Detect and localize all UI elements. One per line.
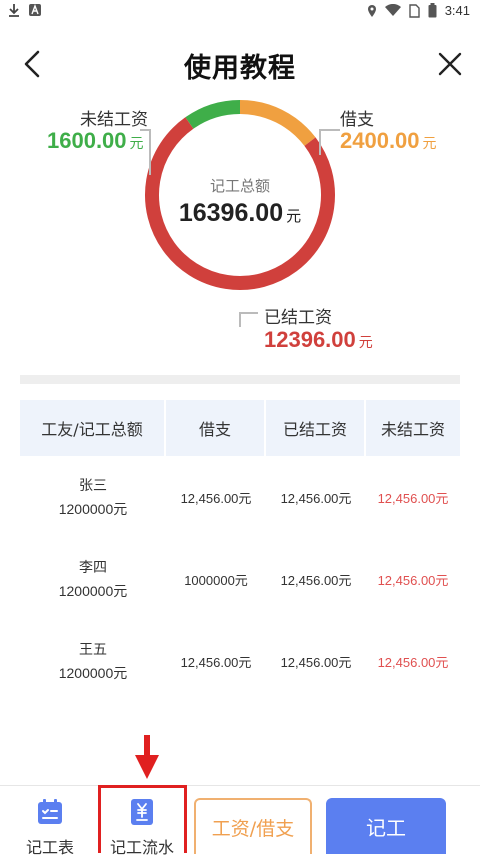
paid-cell: 12,456.00元 — [280, 490, 352, 506]
borrow-cell: 12,456.00元 — [180, 490, 252, 506]
unpaid-cell: 12,456.00元 — [377, 572, 449, 588]
unpaid-amount: 1600.00 元 — [47, 128, 144, 154]
paid-label: 已结工资 — [264, 308, 332, 328]
donut-segment-borrow — [239, 100, 316, 147]
table-row[interactable]: 王五 1200000元 12,456.00元 12,456.00元 12,456… — [20, 620, 460, 702]
total-value: 16396.00 — [178, 199, 284, 227]
unpaid-value: 1600.00 — [47, 128, 127, 153]
sim-icon — [408, 3, 420, 18]
tutorial-arrow-icon — [135, 735, 159, 779]
salary-borrow-button[interactable]: 工资/借支 — [194, 798, 312, 854]
record-button[interactable]: 记工 — [326, 798, 446, 854]
unpaid-unit: 元 — [129, 136, 144, 152]
unpaid-label: 未结工资 — [80, 110, 148, 130]
total-amount: 16396.00 元 — [130, 199, 350, 228]
total-label: 记工总额 — [209, 177, 270, 195]
borrow-cell: 1000000元 — [184, 572, 248, 588]
worker-name: 李四 — [79, 559, 107, 575]
tab-record-sheet-label: 记工表 — [25, 838, 74, 857]
paid-unit: 元 — [358, 335, 373, 351]
total-unit: 元 — [286, 207, 302, 225]
wifi-icon — [384, 4, 401, 16]
header-paid: 已结工资 — [266, 400, 366, 456]
paid-value: 12396.00 — [264, 327, 356, 352]
section-divider — [20, 375, 460, 384]
close-icon[interactable] — [436, 50, 464, 78]
borrow-cell: 12,456.00元 — [180, 654, 252, 670]
page-title: 使用教程 — [184, 53, 296, 84]
worker-cell: 李四 1200000元 — [20, 538, 166, 620]
tutorial-highlight-box — [98, 785, 187, 853]
table-row[interactable]: 张三 1200000元 12,456.00元 12,456.00元 12,456… — [20, 456, 460, 538]
paid-cell: 12,456.00元 — [280, 572, 352, 588]
table-header: 工友/记工总额 借支 已结工资 未结工资 — [20, 400, 460, 456]
donut-summary: 未结工资 1600.00 元 借支 2400.00 元 已结工资 12396.00 元… — [0, 95, 480, 370]
status-time: 3:41 — [444, 3, 470, 18]
app-notification-icon — [29, 4, 41, 16]
unpaid-cell: 12,456.00元 — [377, 490, 449, 506]
worker-total: 1200000元 — [58, 665, 128, 681]
borrow-value: 2400.00 — [340, 128, 420, 153]
donut-segment-unpaid — [185, 100, 241, 129]
worker-cell: 王五 1200000元 — [20, 620, 166, 702]
borrow-label: 借支 — [340, 110, 374, 130]
battery-icon — [428, 3, 437, 18]
borrow-amount: 2400.00 元 — [340, 128, 437, 154]
worker-cell: 张三 1200000元 — [20, 456, 166, 538]
header-worker-total: 工友/记工总额 — [20, 400, 166, 456]
table-row[interactable]: 李四 1200000元 1000000元 12,456.00元 12,456.0… — [20, 538, 460, 620]
unpaid-cell: 12,456.00元 — [377, 654, 449, 670]
borrow-unit: 元 — [422, 136, 437, 152]
worker-name: 王五 — [79, 641, 107, 657]
page-header: 使用教程 — [0, 38, 480, 94]
paid-amount: 12396.00 元 — [264, 327, 373, 353]
tab-record-sheet[interactable]: 记工表 — [8, 786, 92, 857]
header-unpaid: 未结工资 — [380, 420, 445, 439]
worker-name: 张三 — [79, 477, 107, 493]
location-icon — [367, 4, 376, 17]
paid-cell: 12,456.00元 — [280, 654, 352, 670]
worker-total: 1200000元 — [58, 501, 128, 517]
worker-total: 1200000元 — [58, 583, 128, 599]
header-borrow: 借支 — [166, 400, 266, 456]
status-bar: 3:41 — [0, 0, 480, 22]
calendar-list-icon — [38, 799, 62, 824]
leader-line-paid — [239, 312, 258, 327]
download-icon — [9, 4, 19, 17]
worker-table: 工友/记工总额 借支 已结工资 未结工资 张三 1200000元 12,456.… — [20, 400, 460, 702]
bottom-bar: 记工表 记工流水 工资/借支 记工 — [0, 785, 480, 857]
